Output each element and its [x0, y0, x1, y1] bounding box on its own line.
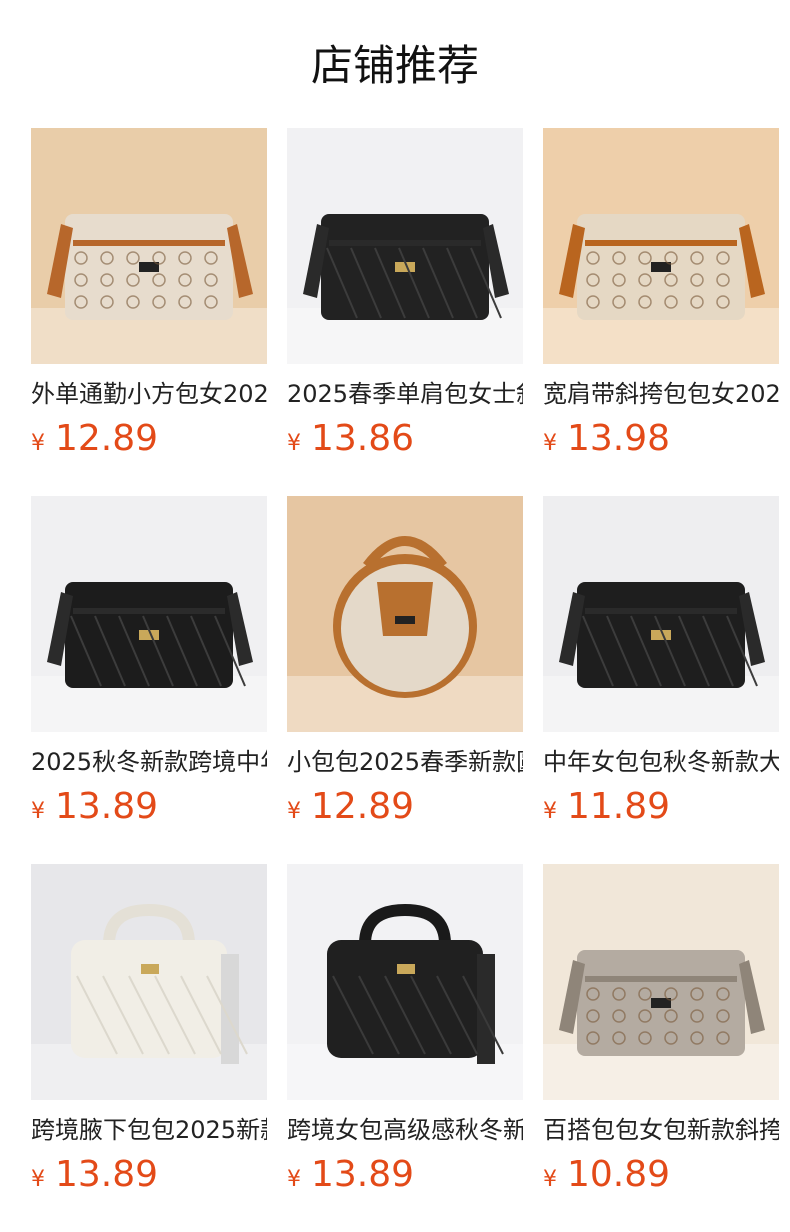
bag-black-chevron-icon — [543, 496, 779, 732]
product-image[interactable] — [287, 496, 523, 732]
currency-symbol: ¥ — [287, 799, 301, 824]
product-card[interactable]: 跨境腋下包包2025新款女包 ¥13.89 — [31, 864, 267, 1203]
bag-grey-monogram-icon — [543, 864, 779, 1100]
bag-black-handle-icon — [287, 864, 523, 1100]
product-image[interactable] — [543, 864, 779, 1100]
product-price: ¥12.89 — [287, 785, 523, 835]
product-image[interactable] — [31, 496, 267, 732]
product-name[interactable]: 跨境女包高级感秋冬新款包 — [287, 1113, 523, 1147]
bag-monogram-shoulder-icon — [31, 128, 267, 364]
product-name[interactable]: 小包包2025春季新款圆形包 — [287, 745, 523, 779]
product-name[interactable]: 宽肩带斜挎包包女2025新款 — [543, 377, 779, 411]
product-price: ¥13.98 — [543, 417, 779, 467]
price-amount: 13.89 — [311, 1154, 415, 1195]
product-card[interactable]: 中年女包包秋冬新款大容量 ¥11.89 — [543, 496, 779, 835]
price-amount: 10.89 — [567, 1154, 671, 1195]
product-price: ¥13.89 — [31, 1153, 267, 1203]
product-image[interactable] — [543, 496, 779, 732]
product-image[interactable] — [31, 128, 267, 364]
currency-symbol: ¥ — [31, 1167, 45, 1192]
bag-round-monogram-icon — [287, 496, 523, 732]
product-card[interactable]: 2025春季单肩包女士斜挎包 ¥13.86 — [287, 128, 523, 467]
product-card[interactable]: 宽肩带斜挎包包女2025新款 ¥13.98 — [543, 128, 779, 467]
bag-monogram-brown-icon — [543, 128, 779, 364]
price-amount: 12.89 — [55, 418, 159, 459]
price-amount: 13.89 — [55, 786, 159, 827]
product-price: ¥11.89 — [543, 785, 779, 835]
currency-symbol: ¥ — [31, 799, 45, 824]
bag-white-quilted-icon — [31, 864, 267, 1100]
price-amount: 13.98 — [567, 418, 671, 459]
product-name[interactable]: 2025春季单肩包女士斜挎包 — [287, 377, 523, 411]
price-amount: 12.89 — [311, 786, 415, 827]
product-name[interactable]: 百搭包包女包新款斜挎包 — [543, 1113, 779, 1147]
product-card[interactable]: 百搭包包女包新款斜挎包 ¥10.89 — [543, 864, 779, 1203]
product-image[interactable] — [543, 128, 779, 364]
product-image[interactable] — [31, 864, 267, 1100]
product-card[interactable]: 跨境女包高级感秋冬新款包 ¥13.89 — [287, 864, 523, 1203]
product-image[interactable] — [287, 864, 523, 1100]
product-price: ¥12.89 — [31, 417, 267, 467]
product-name[interactable]: 中年女包包秋冬新款大容量 — [543, 745, 779, 779]
product-name[interactable]: 外单通勤小方包女2025新款 — [31, 377, 267, 411]
product-price: ¥13.86 — [287, 417, 523, 467]
page-title: 店铺推荐 — [310, 41, 479, 90]
product-card[interactable]: 2025秋冬新款跨境中年女包 ¥13.89 — [31, 496, 267, 835]
price-amount: 13.86 — [311, 418, 415, 459]
product-price: ¥13.89 — [287, 1153, 523, 1203]
currency-symbol: ¥ — [287, 431, 301, 456]
bag-black-v-icon — [31, 496, 267, 732]
product-price: ¥13.89 — [31, 785, 267, 835]
product-image[interactable] — [287, 128, 523, 364]
currency-symbol: ¥ — [543, 1167, 557, 1192]
currency-symbol: ¥ — [31, 431, 45, 456]
currency-symbol: ¥ — [287, 1167, 301, 1192]
product-price: ¥10.89 — [543, 1153, 779, 1203]
product-name[interactable]: 2025秋冬新款跨境中年女包 — [31, 745, 267, 779]
product-name[interactable]: 跨境腋下包包2025新款女包 — [31, 1113, 267, 1147]
currency-symbol: ¥ — [543, 431, 557, 456]
currency-symbol: ¥ — [543, 799, 557, 824]
product-card[interactable]: 小包包2025春季新款圆形包 ¥12.89 — [287, 496, 523, 835]
bag-black-quilted-icon — [287, 128, 523, 364]
price-amount: 13.89 — [55, 1154, 159, 1195]
price-amount: 11.89 — [567, 786, 671, 827]
product-card[interactable]: 外单通勤小方包女2025新款 ¥12.89 — [31, 128, 267, 467]
